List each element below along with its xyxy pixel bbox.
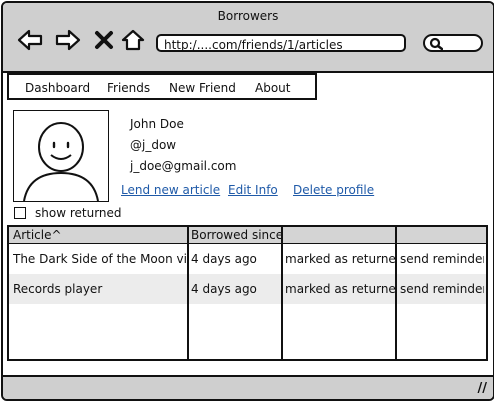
menu-item-about[interactable]: About	[255, 81, 290, 95]
menu-item-dashboard[interactable]: Dashboard	[25, 81, 90, 95]
search-box[interactable]	[423, 34, 483, 52]
browser-window: Borrowers http:/....com/friends/1/articl…	[1, 1, 494, 401]
menu-item-new-friend[interactable]: New Friend	[169, 81, 236, 95]
cell-borrowed-since: 4 days ago	[191, 282, 257, 296]
cell-article: The Dark Side of the Moon vinyl	[13, 252, 187, 266]
empty-row	[9, 334, 486, 359]
back-arrow-icon	[17, 29, 43, 51]
column-divider	[395, 227, 397, 359]
address-bar[interactable]: http:/....com/friends/1/articles	[156, 34, 406, 52]
main-menu: Dashboard Friends New Friend About	[7, 73, 317, 100]
edit-info-link[interactable]: Edit Info	[228, 183, 278, 197]
menu-item-friends[interactable]: Friends	[107, 81, 150, 95]
status-bar: //	[3, 375, 493, 399]
resize-grip-icon[interactable]: //	[478, 381, 488, 396]
search-icon	[429, 37, 443, 51]
show-returned-label: show returned	[35, 206, 122, 220]
stop-button[interactable]	[91, 27, 117, 53]
profile-email: j_doe@gmail.com	[130, 159, 237, 173]
show-returned-checkbox[interactable]	[14, 207, 26, 219]
delete-profile-link[interactable]: Delete profile	[293, 183, 374, 197]
forward-button[interactable]	[55, 27, 81, 53]
mark-returned-action[interactable]: marked as returned	[285, 252, 395, 266]
cell-article: Records player	[13, 282, 103, 296]
stop-x-icon	[95, 31, 113, 49]
column-divider	[281, 227, 283, 359]
column-divider	[187, 227, 189, 359]
send-reminder-action[interactable]: send reminder	[400, 252, 484, 266]
profile-handle: @j_dow	[130, 138, 177, 152]
header-borrowed-since[interactable]: Borrowed since	[191, 228, 281, 242]
title-bar: Borrowers http:/....com/friends/1/articl…	[3, 3, 493, 73]
home-button[interactable]	[120, 27, 146, 53]
window-title: Borrowers	[217, 9, 279, 23]
empty-row	[9, 304, 486, 334]
user-avatar-icon	[23, 122, 99, 201]
profile-name: John Doe	[130, 117, 184, 131]
table-row[interactable]: The Dark Side of the Moon vinyl 4 days a…	[9, 244, 486, 274]
send-reminder-action[interactable]: send reminder	[400, 282, 484, 296]
back-button[interactable]	[17, 27, 43, 53]
cell-borrowed-since: 4 days ago	[191, 252, 257, 266]
table-row[interactable]: Records player 4 days ago marked as retu…	[9, 274, 486, 304]
header-article[interactable]: Article^	[13, 228, 185, 242]
forward-arrow-icon	[55, 29, 81, 51]
table-header: Article^ Borrowed since	[9, 227, 486, 244]
articles-table: Article^ Borrowed since The Dark Side of…	[7, 225, 488, 361]
home-icon	[121, 29, 145, 51]
lend-new-article-link[interactable]: Lend new article	[121, 183, 220, 197]
avatar	[13, 110, 109, 202]
mark-returned-action[interactable]: marked as returned	[285, 282, 395, 296]
